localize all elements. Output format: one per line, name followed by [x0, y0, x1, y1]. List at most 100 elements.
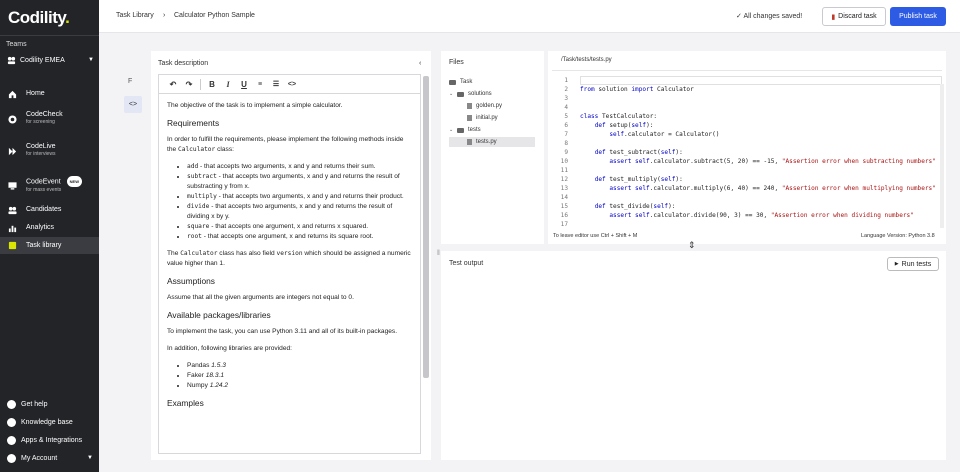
bullet-list-icon[interactable]: ☰: [268, 77, 284, 91]
sidebar-bottom-my-account[interactable]: My Account ▼: [0, 452, 99, 464]
code-editor[interactable]: 1 2 from solution import Calculator 3 4 5 clas…: [552, 70, 942, 228]
line-number: 16: [560, 212, 568, 219]
line-content: from solution import Calculator: [580, 86, 694, 93]
assumptions-heading: Assumptions: [167, 276, 215, 286]
test-output-panel: [441, 251, 946, 460]
sidebar-item-codecheck[interactable]: CodeCheck for screening: [0, 110, 99, 130]
app-root: Codility. Teams Codility EMEA ▼ Home Cod…: [0, 0, 960, 472]
rich-text-editor[interactable]: ↶ ↷ B I U ≡ ☰ <> The objective of the ta…: [158, 74, 421, 454]
help-icon: [6, 399, 16, 409]
new-badge: NEW: [66, 176, 82, 187]
list-item: Pandas 1.5.3: [187, 361, 413, 371]
libraries-list: Pandas 1.5.3 Faker 18.3.1 Numpy 1.24.2: [187, 361, 413, 391]
sidebar-item-sublabel: for screening: [26, 119, 55, 125]
sidebar-bottom-label: Apps & Integrations: [21, 436, 83, 444]
tree-file-tests[interactable]: tests.py: [449, 137, 535, 147]
sidebar-item-sublabel: for mass events: [26, 187, 62, 193]
tree-file-initial[interactable]: initial.py: [467, 113, 535, 123]
sidebar-item-label: CodeEvent NEW: [26, 176, 82, 187]
file-icon: [467, 139, 472, 145]
sidebar-divider: [0, 35, 99, 36]
tree-folder-task[interactable]: Task: [449, 77, 535, 87]
collapse-panel-icon[interactable]: ‹: [419, 60, 421, 67]
sidebar-item-task-library[interactable]: Task library: [0, 237, 99, 254]
list-item: square - that accepts one argument, x an…: [187, 222, 413, 232]
examples-heading: Examples: [167, 398, 204, 408]
sidebar-bottom-label: My Account: [21, 454, 58, 462]
line-content: def test_multiply(self):: [594, 176, 683, 183]
underline-icon[interactable]: U: [236, 77, 252, 91]
formatted-view-toggle[interactable]: F: [128, 78, 132, 85]
sidebar-item-codelive[interactable]: CodeLive for interviews: [0, 142, 99, 162]
codility-logo[interactable]: Codility.: [8, 8, 70, 28]
requirements-paragraph: In order to fulfill the requirements, pl…: [167, 136, 404, 153]
line-number: 2: [564, 86, 568, 93]
vertical-resize-handle[interactable]: ‖: [437, 250, 440, 257]
candidates-icon: [7, 205, 17, 215]
code-view-toggle[interactable]: <>: [124, 96, 142, 113]
line-number: 4: [564, 104, 568, 111]
tab-tests-py[interactable]: /Task/tests/tests.py: [552, 52, 621, 68]
sidebar-item-codeevent[interactable]: CodeEvent NEW for mass events: [0, 176, 99, 196]
discard-task-button[interactable]: ▮ Discard task: [822, 7, 886, 26]
line-number: 5: [564, 113, 568, 120]
team-name: Codility EMEA: [20, 56, 65, 64]
sidebar-item-candidates[interactable]: Candidates: [0, 205, 99, 217]
chevron-down-icon: ⌄: [449, 127, 454, 133]
line-number: 12: [560, 176, 568, 183]
sidebar-bottom-knowledge-base[interactable]: Knowledge base: [0, 416, 99, 428]
account-icon: [6, 453, 16, 463]
sidebar-bottom-apps[interactable]: Apps & Integrations: [0, 434, 99, 446]
tree-folder-tests[interactable]: ⌄ tests: [449, 125, 535, 135]
sidebar-item-analytics[interactable]: Analytics: [0, 223, 99, 235]
sidebar-item-sublabel: for interviews: [26, 151, 56, 157]
packages-heading: Available packages/libraries: [167, 310, 271, 320]
file-icon: [467, 115, 472, 121]
sidebar-item-label: Home: [26, 90, 45, 97]
list-item: divide - that accepts two arguments, x a…: [187, 202, 413, 222]
sidebar-item-home[interactable]: Home: [0, 89, 99, 101]
codeevent-icon: [7, 180, 17, 190]
publish-task-button[interactable]: Publish task: [890, 7, 946, 26]
sidebar-bottom-label: Get help: [21, 400, 48, 408]
libraries-paragraph: In addition, following libraries are pro…: [167, 345, 292, 352]
home-icon: [7, 89, 17, 99]
sidebar-item-label: Candidates: [26, 206, 62, 213]
tree-folder-solutions[interactable]: ⌄ solutions: [449, 89, 535, 99]
task-description-content[interactable]: The objective of the task is to implemen…: [167, 101, 413, 415]
undo-icon[interactable]: ↶: [165, 77, 181, 91]
run-tests-button[interactable]: ▶ Run tests: [887, 257, 939, 271]
bold-icon[interactable]: B: [204, 77, 220, 91]
chevron-down-icon: ⌄: [449, 91, 454, 97]
sidebar-item-label: CodeLive: [26, 143, 56, 150]
ordered-list-icon[interactable]: ≡: [252, 77, 268, 91]
team-icon: [6, 55, 16, 65]
line-content: assert self.calculator.divide(90, 3) == …: [609, 212, 914, 219]
files-title: Files: [449, 59, 464, 66]
sidebar-bottom-get-help[interactable]: Get help: [0, 398, 99, 410]
list-item: Faker 18.3.1: [187, 371, 413, 381]
code-scrollbar[interactable]: [940, 84, 944, 228]
sidebar-item-label: Task library: [26, 242, 62, 249]
tree-file-golden[interactable]: golden.py: [467, 101, 535, 111]
line-content: def setup(self):: [594, 122, 654, 129]
list-item: Numpy 1.24.2: [187, 381, 413, 391]
breadcrumb-task-library[interactable]: Task Library: [116, 12, 154, 19]
line-content: assert self.calculator.subtract(5, 20) =…: [609, 158, 936, 165]
resize-handle-icon[interactable]: ⇕: [688, 240, 696, 251]
line-number: 10: [560, 158, 568, 165]
assumptions-paragraph: Assume that all the given arguments are …: [167, 294, 354, 301]
sidebar: Codility. Teams Codility EMEA ▼ Home Cod…: [0, 0, 99, 472]
list-item: root - that accepts one argument, x and …: [187, 232, 413, 242]
redo-icon[interactable]: ↷: [181, 77, 197, 91]
analytics-icon: [7, 223, 17, 233]
team-selector[interactable]: Codility EMEA ▼: [6, 54, 94, 66]
teams-label: Teams: [6, 41, 27, 48]
italic-icon[interactable]: I: [220, 77, 236, 91]
sidebar-item-label: Analytics: [26, 224, 55, 231]
line-number: 13: [560, 185, 568, 192]
description-scrollbar[interactable]: [423, 76, 429, 378]
file-icon: [467, 103, 472, 109]
code-block-icon[interactable]: <>: [284, 77, 300, 91]
task-description-title: Task description: [158, 60, 209, 67]
